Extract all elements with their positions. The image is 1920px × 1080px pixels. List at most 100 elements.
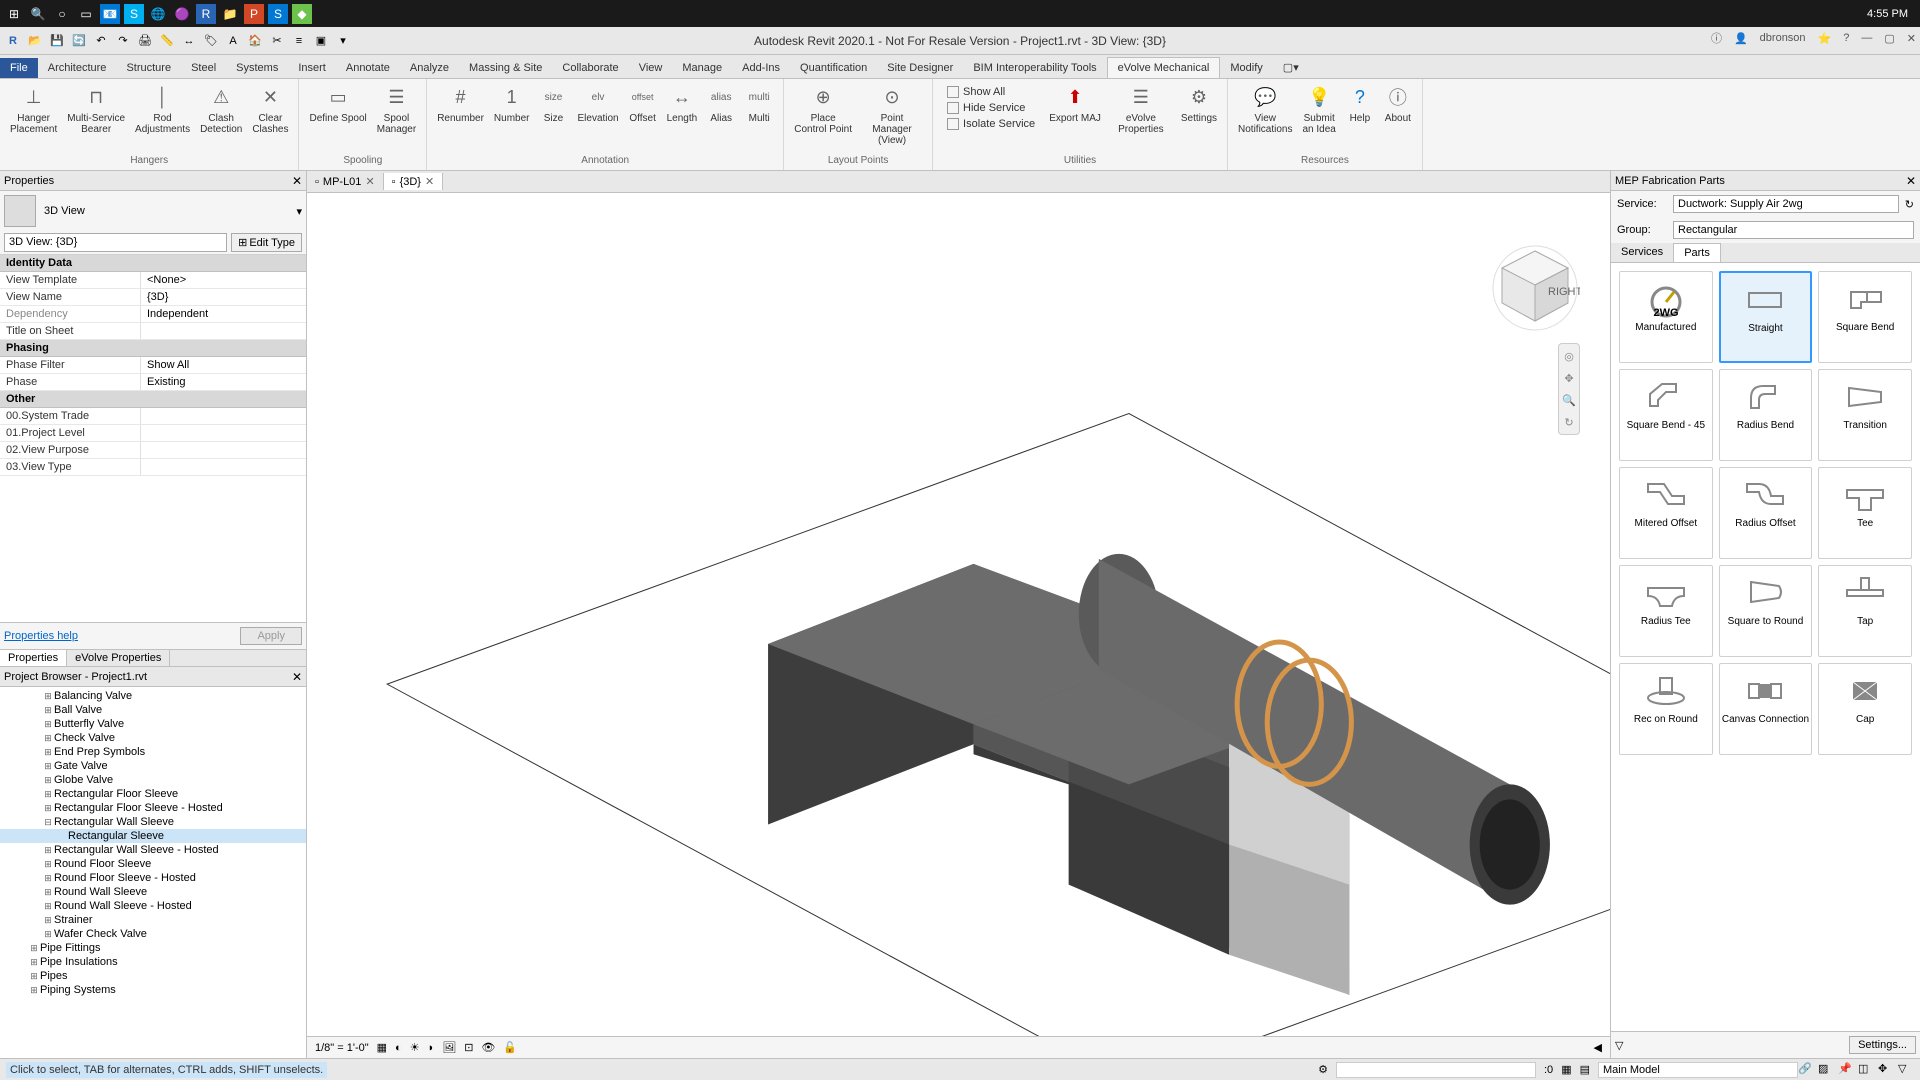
tab-structure[interactable]: Structure [116, 58, 181, 78]
part-tile-reconround[interactable]: Rec on Round [1619, 663, 1713, 755]
part-tile-mitoffset[interactable]: Mitered Offset [1619, 467, 1713, 559]
tab-file[interactable]: File [0, 58, 38, 78]
type-dropdown[interactable]: 3D View [44, 205, 288, 217]
view-tab[interactable]: ▫{3D}✕ [384, 173, 444, 190]
user-name[interactable]: dbronson [1760, 32, 1806, 44]
reveal-icon[interactable]: 🔓 [503, 1041, 517, 1054]
apply-button[interactable]: Apply [240, 627, 302, 645]
tree-item[interactable]: ⊞Butterfly Valve [0, 717, 306, 731]
evolve-properties-button[interactable]: ☰eVolve Properties [1107, 81, 1175, 153]
part-tile-sqbend45[interactable]: Square Bend - 45 [1619, 369, 1713, 461]
tree-item[interactable]: ⊞Ball Valve [0, 703, 306, 717]
alias-button[interactable]: aliasAlias [703, 81, 739, 153]
elevation-button[interactable]: elvElevation [573, 81, 622, 153]
expand-icon[interactable]: ⊞ [42, 705, 54, 716]
open-icon[interactable]: 📂 [26, 32, 44, 50]
infocenter-icon[interactable]: ⓘ [1711, 30, 1722, 46]
expand-icon[interactable]: ⊞ [28, 971, 40, 982]
tree-item[interactable]: ⊞Pipe Fittings [0, 941, 306, 955]
crop-icon[interactable]: ⊡ [464, 1041, 473, 1054]
tab-evolve[interactable]: eVolve Mechanical [1107, 57, 1221, 78]
tree-item[interactable]: ⊞Round Wall Sleeve [0, 885, 306, 899]
show-all-check[interactable]: Show All [943, 85, 1039, 99]
part-tile-transition[interactable]: Transition [1818, 369, 1912, 461]
properties-row[interactable]: PhaseExisting [0, 374, 306, 391]
property-value[interactable] [140, 323, 306, 339]
part-tile-straight[interactable]: Straight [1719, 271, 1813, 363]
expand-icon[interactable]: ⊟ [42, 817, 54, 828]
fab-tab-services[interactable]: Services [1611, 243, 1673, 262]
number-button[interactable]: 1Number [490, 81, 534, 153]
edit-type-button[interactable]: ⊞ Edit Type [231, 233, 302, 252]
select-faces-icon[interactable]: ◫ [1858, 1062, 1874, 1078]
length-button[interactable]: ↔Length [663, 81, 702, 153]
design-options-icon[interactable]: ▤ [1580, 1063, 1590, 1076]
tab-options-icon[interactable]: ▢▾ [1273, 57, 1309, 78]
define-spool-button[interactable]: ▭Define Spool [305, 81, 370, 153]
tab-quantification[interactable]: Quantification [790, 58, 877, 78]
measure-icon[interactable]: 📏 [158, 32, 176, 50]
part-tile-cap[interactable]: Cap [1818, 663, 1912, 755]
properties-section-header[interactable]: Other [0, 391, 306, 408]
property-value[interactable] [140, 459, 306, 475]
offset-button[interactable]: offsetOffset [625, 81, 661, 153]
taskview-icon[interactable]: ▭ [76, 4, 96, 24]
hanger-placement-button[interactable]: ⊥HangerPlacement [6, 81, 61, 153]
properties-row[interactable]: Phase FilterShow All [0, 357, 306, 374]
sun-path-icon[interactable]: ☀ [410, 1041, 420, 1054]
expand-icon[interactable]: ⊞ [42, 859, 54, 870]
expand-icon[interactable]: ⊞ [42, 789, 54, 800]
part-tile-radbend[interactable]: Radius Bend [1719, 369, 1813, 461]
rod-adjustments-button[interactable]: │RodAdjustments [131, 81, 194, 153]
property-value[interactable] [140, 408, 306, 424]
property-value[interactable] [140, 442, 306, 458]
close-icon[interactable]: ✕ [425, 175, 434, 188]
cortana-icon[interactable]: ○ [52, 4, 72, 24]
undo-icon[interactable]: ↶ [92, 32, 110, 50]
tree-item[interactable]: ⊟Rectangular Wall Sleeve [0, 815, 306, 829]
properties-row[interactable]: 02.View Purpose [0, 442, 306, 459]
tab-bim-interop[interactable]: BIM Interoperability Tools [963, 58, 1106, 78]
dimension-icon[interactable]: ↔ [180, 32, 198, 50]
expand-icon[interactable]: ⊞ [42, 887, 54, 898]
pan-icon[interactable]: ✥ [1561, 370, 1577, 386]
filter-icon[interactable]: ▽ [1615, 1039, 1623, 1052]
thin-lines-icon[interactable]: ≡ [290, 32, 308, 50]
expand-icon[interactable]: ⊞ [28, 957, 40, 968]
expand-icon[interactable]: ⊞ [42, 845, 54, 856]
expand-icon[interactable]: ⊞ [28, 943, 40, 954]
tree-item[interactable]: ⊞Strainer [0, 913, 306, 927]
start-icon[interactable]: ⊞ [4, 4, 24, 24]
multi-service-bearer-button[interactable]: ⊓Multi-ServiceBearer [63, 81, 129, 153]
properties-help-link[interactable]: Properties help [4, 630, 78, 642]
part-tile-radtee[interactable]: Radius Tee [1619, 565, 1713, 657]
text-icon[interactable]: A [224, 32, 242, 50]
app-icon[interactable]: 🌐 [148, 4, 168, 24]
tab-analyze[interactable]: Analyze [400, 58, 459, 78]
tree-item[interactable]: ⊞Wafer Check Valve [0, 927, 306, 941]
tree-item[interactable]: Rectangular Sleeve [0, 829, 306, 843]
app-icon[interactable]: 🟣 [172, 4, 192, 24]
tab-insert[interactable]: Insert [288, 58, 336, 78]
part-tile-sqround[interactable]: Square to Round [1719, 565, 1813, 657]
filter-icon[interactable]: ▽ [1898, 1062, 1914, 1078]
sync-icon[interactable]: 🔄 [70, 32, 88, 50]
tab-steel[interactable]: Steel [181, 58, 226, 78]
hide-service-check[interactable]: Hide Service [943, 101, 1039, 115]
editing-requests-icon[interactable]: ▦ [1561, 1063, 1571, 1076]
tree-item[interactable]: ⊞Round Wall Sleeve - Hosted [0, 899, 306, 913]
help-button[interactable]: ?Help [1342, 81, 1378, 153]
visual-style-icon[interactable]: ◐ [395, 1042, 402, 1054]
expand-icon[interactable]: ⊞ [42, 733, 54, 744]
close-icon[interactable]: ✕ [1907, 32, 1916, 45]
tag-icon[interactable]: 🏷 [202, 32, 220, 50]
close-windows-icon[interactable]: ▣ [312, 32, 330, 50]
expand-icon[interactable]: ⊞ [42, 761, 54, 772]
tree-item[interactable]: ⊞Piping Systems [0, 983, 306, 997]
tab-collaborate[interactable]: Collaborate [552, 58, 628, 78]
property-value[interactable]: {3D} [140, 289, 306, 305]
steering-wheel-icon[interactable]: ◎ [1561, 348, 1577, 364]
help-icon[interactable]: ? [1843, 32, 1849, 44]
section-icon[interactable]: ✂ [268, 32, 286, 50]
print-icon[interactable]: 🖨 [136, 32, 154, 50]
